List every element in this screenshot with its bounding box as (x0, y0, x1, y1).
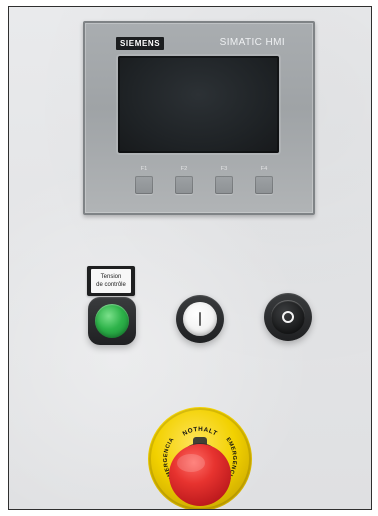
black-pushbutton-face (271, 300, 305, 334)
photo-frame: SIEMENS SIMATIC HMI F1 F2 F3 F4 Tension … (8, 6, 372, 510)
white-pushbutton-face (183, 302, 217, 336)
green-pushbutton[interactable] (88, 297, 136, 345)
emergency-stop[interactable]: NOTHALT EMERGENCIA EMERGENCIA (146, 405, 254, 509)
power-on-symbol-icon (199, 312, 201, 326)
tension-label-line-1: Tension (100, 274, 122, 280)
green-pushbutton-face (95, 304, 129, 338)
tension-label-plate: Tension de contrôle (87, 266, 135, 296)
emergency-stop-highlight (177, 454, 205, 472)
emergency-stop-red-mushroom (169, 444, 231, 506)
tension-label: Tension de contrôle (91, 269, 131, 293)
tension-label-line-2: de contrôle (96, 282, 126, 288)
emergency-stop-graphic: NOTHALT EMERGENCIA EMERGENCIA (148, 407, 252, 509)
black-pushbutton[interactable] (264, 293, 312, 341)
white-pushbutton[interactable] (176, 295, 224, 343)
power-off-symbol-icon (282, 311, 294, 323)
